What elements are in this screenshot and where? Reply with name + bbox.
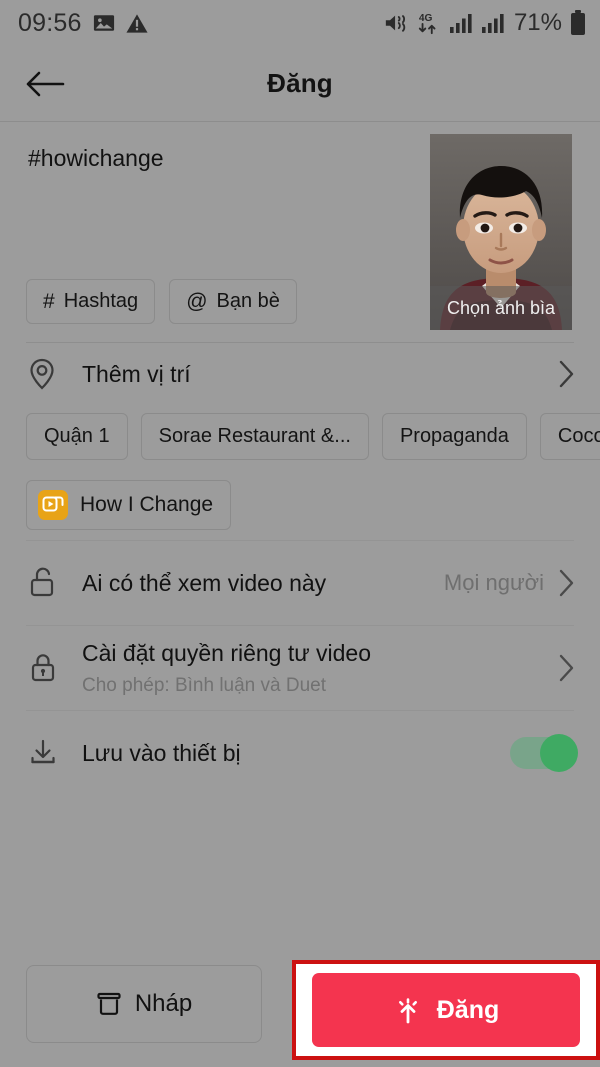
chevron-right-icon: [558, 568, 576, 598]
draft-button-label: Nháp: [134, 990, 193, 1017]
video-privacy-row[interactable]: Cài đặt quyền riêng tư video Cho phép: B…: [0, 626, 600, 710]
effect-row: How I Change: [0, 466, 600, 540]
visibility-row[interactable]: Ai có thể xem video này Mọi người: [0, 541, 600, 625]
mention-button[interactable]: @ Bạn bè: [169, 279, 297, 324]
draft-box-icon: [96, 991, 122, 1017]
post-button[interactable]: Đăng: [312, 973, 580, 1047]
cover-label: Chọn ảnh bìa: [430, 286, 572, 330]
save-to-device-label: Lưu vào thiết bị: [82, 739, 241, 766]
location-chip[interactable]: CocoDak -: [539, 413, 600, 460]
effect-chip[interactable]: How I Change: [26, 480, 232, 530]
save-to-device-toggle[interactable]: [510, 734, 578, 772]
location-pin-icon: [28, 358, 68, 390]
visibility-value: Mọi người: [443, 570, 544, 595]
video-privacy-label: Cài đặt quyền riêng tư video: [82, 639, 372, 666]
location-chip[interactable]: Sorae Restaurant &...: [140, 413, 369, 460]
mention-button-label: Bạn bè: [216, 290, 280, 312]
status-bar: 09:56 4G 71%: [0, 0, 600, 46]
network-4g-icon: 4G: [416, 11, 442, 35]
back-arrow-icon: [25, 68, 65, 100]
status-bar-right: 4G 71%: [384, 9, 586, 37]
download-icon: [28, 737, 68, 769]
hash-icon: #: [43, 290, 55, 313]
page-title: Đăng: [267, 68, 333, 98]
unlock-icon: [28, 566, 68, 600]
battery-percent-label: 71%: [513, 9, 562, 36]
status-bar-left: 09:56: [18, 9, 148, 38]
save-to-device-row[interactable]: Lưu vào thiết bị: [0, 711, 600, 795]
draft-button[interactable]: Nháp: [26, 965, 262, 1043]
bottom-action-bar: Nháp Đăng: [0, 941, 600, 1067]
hashtag-button[interactable]: # Hashtag: [26, 279, 156, 324]
caption-input[interactable]: #howichange: [28, 144, 408, 173]
location-chip[interactable]: Propaganda: [381, 413, 527, 460]
signal-bars-icon: [449, 12, 474, 34]
add-location-row[interactable]: Thêm vị trí: [0, 343, 600, 405]
video-privacy-sub: Cho phép: Bình luận và Duet: [82, 674, 327, 696]
chevron-right-icon: [558, 359, 576, 389]
effect-label: How I Change: [80, 493, 214, 516]
mute-icon: [384, 12, 408, 34]
app-header: Đăng: [0, 46, 600, 122]
post-screen: 09:56 4G 71% Đăng #howichange # Hashtag …: [0, 0, 600, 1067]
battery-icon: [570, 10, 586, 36]
add-location-label: Thêm vị trí: [82, 360, 191, 387]
post-burst-icon: [393, 995, 423, 1025]
warning-icon: [126, 13, 148, 34]
status-time: 09:56: [18, 8, 82, 37]
hashtag-button-label: Hashtag: [63, 290, 139, 312]
lock-icon: [28, 651, 68, 685]
cover-thumbnail[interactable]: Chọn ảnh bìa: [430, 134, 572, 330]
caption-section: #howichange # Hashtag @ Bạn bè Chọn ảnh …: [0, 122, 600, 342]
back-button[interactable]: [22, 61, 68, 107]
signal-bars-icon-2: [481, 12, 506, 34]
toggle-knob: [540, 734, 578, 772]
caption-chip-row: # Hashtag @ Bạn bè: [26, 279, 297, 324]
post-button-label: Đăng: [436, 995, 500, 1024]
visibility-label: Ai có thể xem video này: [82, 569, 327, 596]
svg-text:4G: 4G: [419, 13, 433, 24]
video-privacy-text: Cài đặt quyền riêng tư video Cho phép: B…: [82, 640, 371, 697]
location-suggestions[interactable]: Quận 1 Sorae Restaurant &... Propaganda …: [0, 405, 600, 466]
location-chip[interactable]: Quận 1: [26, 413, 128, 460]
post-button-highlight: Đăng: [292, 960, 600, 1060]
at-icon: @: [186, 290, 208, 313]
chevron-right-icon: [558, 653, 576, 683]
image-icon: [93, 12, 115, 34]
effect-play-icon: [38, 490, 68, 520]
